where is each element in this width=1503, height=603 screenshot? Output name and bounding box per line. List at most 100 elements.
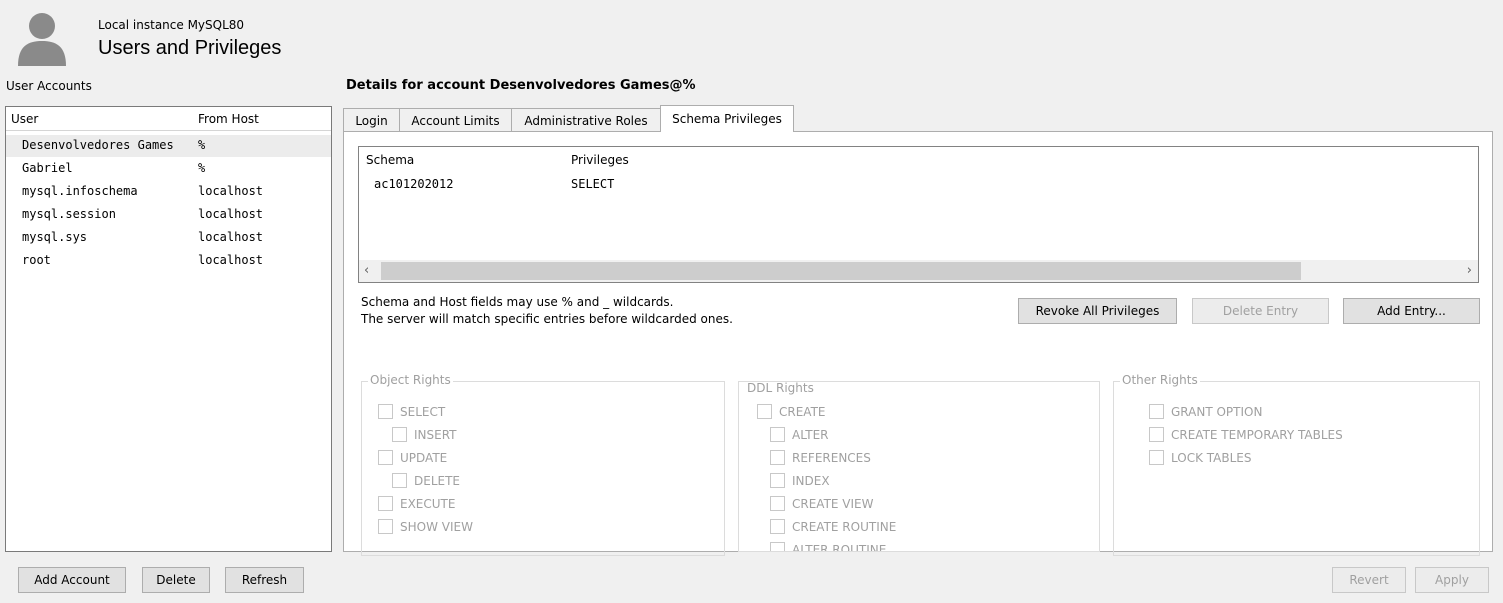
apply-button[interactable]: Apply (1415, 567, 1489, 593)
user-host: localhost (198, 207, 264, 221)
checkbox-label: INDEX (792, 473, 830, 488)
user-host: % (198, 161, 206, 175)
user-row[interactable]: mysql.infoschema localhost (6, 181, 331, 203)
instance-label: Local instance MySQL80 (98, 18, 245, 32)
scroll-left-icon[interactable]: ‹ (364, 263, 369, 278)
schema-cell[interactable]: ac101202012 (374, 177, 453, 191)
checkbox-box[interactable] (770, 496, 785, 511)
checkbox-execute[interactable]: EXECUTE (378, 496, 455, 511)
checkbox-lock-tables[interactable]: LOCK TABLES (1149, 450, 1252, 465)
checkbox-box[interactable] (1149, 404, 1164, 419)
user-name: mysql.session (22, 207, 116, 221)
ddl-rights-group: DDL Rights CREATE ALTER REFERENCES INDEX… (738, 381, 1100, 552)
checkbox-grant-option[interactable]: GRANT OPTION (1149, 404, 1262, 419)
privileges-cell[interactable]: SELECT (571, 177, 614, 191)
user-host: localhost (198, 253, 264, 267)
scrollbar-thumb[interactable] (381, 262, 1301, 280)
checkbox-box[interactable] (757, 404, 772, 419)
checkbox-index[interactable]: INDEX (770, 473, 830, 488)
horizontal-scrollbar[interactable]: ‹ › (359, 260, 1478, 282)
checkbox-box[interactable] (770, 542, 785, 551)
checkbox-box[interactable] (770, 450, 785, 465)
user-accounts-label: User Accounts (6, 79, 92, 93)
user-accounts-list[interactable]: User From Host Desenvolvedores Games % G… (5, 106, 332, 552)
add-entry-button[interactable]: Add Entry... (1343, 298, 1480, 324)
checkbox-label: CREATE (779, 404, 826, 419)
checkbox-label: CREATE VIEW (792, 496, 874, 511)
tab-account-limits[interactable]: Account Limits (399, 108, 512, 132)
checkbox-create[interactable]: CREATE (757, 404, 826, 419)
checkbox-box[interactable] (378, 519, 393, 534)
checkbox-delete[interactable]: DELETE (392, 473, 460, 488)
revoke-all-privileges-button[interactable]: Revoke All Privileges (1018, 298, 1177, 324)
checkbox-label: LOCK TABLES (1171, 450, 1252, 465)
other-rights-title: Other Rights (1120, 373, 1200, 387)
tab-schema-privileges[interactable]: Schema Privileges (660, 105, 794, 132)
checkbox-alter-routine[interactable]: ALTER ROUTINE (770, 542, 887, 552)
checkbox-create-temporary-tables[interactable]: CREATE TEMPORARY TABLES (1149, 427, 1343, 442)
checkbox-insert[interactable]: INSERT (392, 427, 457, 442)
checkbox-box[interactable] (378, 404, 393, 419)
checkbox-update[interactable]: UPDATE (378, 450, 447, 465)
user-host: localhost (198, 230, 264, 244)
delete-entry-button[interactable]: Delete Entry (1192, 298, 1329, 324)
checkbox-box[interactable] (770, 473, 785, 488)
wildcard-hint-1: Schema and Host fields may use % and _ w… (361, 295, 674, 309)
checkbox-references[interactable]: REFERENCES (770, 450, 871, 465)
checkbox-box[interactable] (378, 450, 393, 465)
checkbox-label: ALTER (792, 427, 829, 442)
checkbox-label: CREATE ROUTINE (792, 519, 897, 534)
user-row[interactable]: Desenvolvedores Games % (6, 135, 331, 157)
checkbox-select[interactable]: SELECT (378, 404, 445, 419)
add-account-button[interactable]: Add Account (18, 567, 126, 593)
column-header-from-host[interactable]: From Host (198, 112, 259, 126)
checkbox-label: EXECUTE (400, 496, 456, 511)
account-details-title: Details for account Desenvolvedores Game… (346, 78, 696, 93)
user-row[interactable]: mysql.sys localhost (6, 227, 331, 249)
user-row[interactable]: mysql.session localhost (6, 204, 331, 226)
checkbox-box[interactable] (392, 473, 407, 488)
tab-login[interactable]: Login (343, 108, 400, 132)
checkbox-label: INSERT (414, 427, 457, 442)
user-name: mysql.infoschema (22, 184, 138, 198)
checkbox-label: DELETE (414, 473, 461, 488)
scroll-right-icon[interactable]: › (1467, 263, 1472, 278)
checkbox-label: UPDATE (400, 450, 448, 465)
checkbox-box[interactable] (770, 519, 785, 534)
column-header-privileges[interactable]: Privileges (571, 153, 629, 167)
user-name: Gabriel (22, 161, 73, 175)
object-rights-group: Object Rights SELECT INSERT UPDATE DELET… (361, 373, 725, 556)
user-silhouette-icon (14, 8, 70, 68)
checkbox-label: REFERENCES (792, 450, 871, 465)
checkbox-create-view[interactable]: CREATE VIEW (770, 496, 874, 511)
user-host: localhost (198, 184, 264, 198)
checkbox-alter[interactable]: ALTER (770, 427, 829, 442)
revert-button[interactable]: Revert (1332, 567, 1406, 593)
user-row[interactable]: Gabriel % (6, 158, 331, 180)
checkbox-box[interactable] (1149, 450, 1164, 465)
checkbox-show-view[interactable]: SHOW VIEW (378, 519, 473, 534)
delete-account-button[interactable]: Delete (142, 567, 210, 593)
checkbox-label: SHOW VIEW (400, 519, 473, 534)
column-header-user[interactable]: User (11, 112, 38, 126)
column-header-schema[interactable]: Schema (366, 153, 414, 167)
checkbox-box[interactable] (392, 427, 407, 442)
checkbox-box[interactable] (1149, 427, 1164, 442)
user-name: root (22, 253, 51, 267)
other-rights-group: Other Rights GRANT OPTION CREATE TEMPORA… (1113, 373, 1480, 556)
user-host: % (198, 138, 206, 152)
user-name: mysql.sys (22, 230, 88, 244)
user-name: Desenvolvedores Games (22, 138, 174, 152)
checkbox-box[interactable] (378, 496, 393, 511)
checkbox-create-routine[interactable]: CREATE ROUTINE (770, 519, 896, 534)
checkbox-box[interactable] (770, 427, 785, 442)
refresh-button[interactable]: Refresh (225, 567, 304, 593)
checkbox-label: SELECT (400, 404, 446, 419)
tab-administrative-roles[interactable]: Administrative Roles (511, 108, 661, 132)
user-row[interactable]: root localhost (6, 250, 331, 272)
wildcard-hint-2: The server will match specific entries b… (361, 312, 733, 326)
user-list-header: User From Host (6, 107, 331, 131)
checkbox-label: CREATE TEMPORARY TABLES (1171, 427, 1343, 442)
checkbox-label: ALTER ROUTINE (792, 542, 887, 552)
page-title: Users and Privileges (98, 37, 282, 59)
